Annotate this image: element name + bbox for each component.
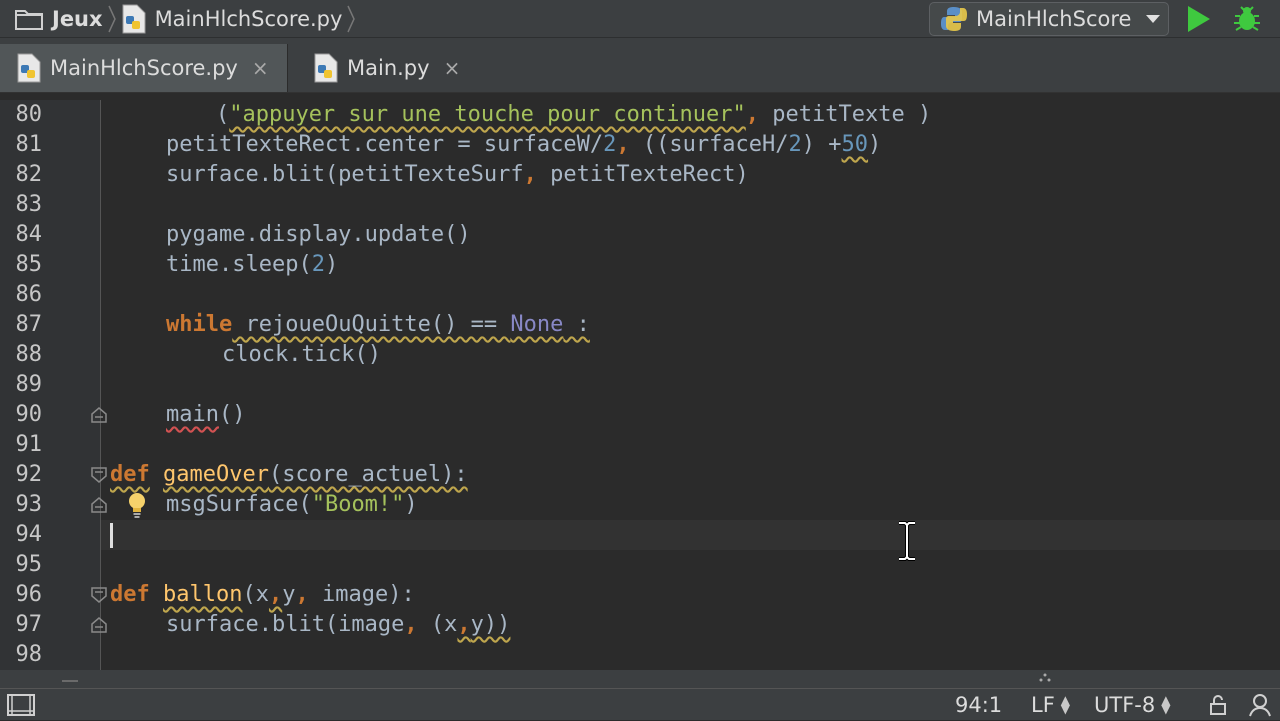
fold-icon[interactable] — [90, 586, 108, 604]
resize-handle-icon[interactable] — [1038, 672, 1052, 686]
code-line-85[interactable]: time.sleep(2) — [166, 250, 338, 280]
debug-button[interactable] — [1232, 4, 1262, 34]
close-icon[interactable]: × — [444, 56, 461, 80]
text-cursor-icon — [899, 521, 915, 561]
encoding-label: UTF-8 — [1094, 693, 1156, 717]
line-number: 98 — [15, 642, 43, 667]
chevron-down-icon — [1138, 14, 1168, 24]
line-number: 90 — [15, 402, 43, 427]
run-configuration-label: MainHlchScore — [976, 7, 1132, 31]
code-line-87[interactable]: while rejoueOuQuitte() == None : — [166, 310, 590, 340]
breadcrumb-file[interactable]: MainHlchScore.py — [121, 0, 343, 38]
tab-main[interactable]: Main.py × — [297, 44, 477, 92]
tool-window-icon — [7, 694, 35, 716]
cursor-position-label: 94:1 — [955, 693, 1003, 717]
hector-button[interactable] — [1247, 689, 1273, 721]
line-number: 83 — [15, 192, 43, 217]
folder-icon — [15, 9, 43, 30]
python-icon — [941, 7, 967, 31]
run-icon — [1188, 6, 1210, 32]
python-file-icon — [314, 53, 338, 83]
line-number: 82 — [15, 162, 43, 187]
code-line-93[interactable]: msgSurface("Boom!") — [166, 490, 418, 520]
breadcrumb-file-label: MainHlchScore.py — [154, 6, 343, 31]
status-bar: 94:1 LF ▲ ▼ UTF-8 ▲ ▼ — [0, 688, 1280, 720]
line-number: 97 — [15, 612, 43, 637]
horizontal-splitter[interactable] — [0, 670, 1280, 688]
code-line-81[interactable]: petitTexteRect.center = surfaceW/2, ((su… — [166, 130, 881, 160]
up-down-arrow-icon: ▲ ▼ — [1060, 693, 1071, 716]
run-configuration-dropdown[interactable]: MainHlchScore — [929, 2, 1169, 36]
code-line-82[interactable]: surface.blit(petitTexteSurf, petitTexteR… — [166, 160, 749, 190]
line-separator-selector[interactable]: LF ▲ ▼ — [1031, 689, 1070, 721]
cursor-position[interactable]: 94:1 — [955, 689, 1002, 721]
tool-window-button[interactable] — [6, 689, 36, 721]
line-number: 96 — [15, 582, 43, 607]
breadcrumb-project[interactable]: Jeux — [14, 0, 103, 38]
line-number: 95 — [15, 552, 43, 577]
current-line-highlight — [101, 520, 1280, 550]
code-line-88[interactable]: clock.tick() — [222, 340, 381, 370]
run-button[interactable] — [1183, 4, 1213, 34]
fold-icon[interactable] — [90, 466, 108, 484]
lock-icon — [1210, 695, 1226, 715]
code-line-97[interactable]: surface.blit(image, (x,y)) — [166, 610, 510, 640]
inspector-icon — [1249, 694, 1271, 717]
splitter-mark — [62, 680, 78, 682]
code-line-84[interactable]: pygame.display.update() — [166, 220, 471, 250]
lightbulb-icon[interactable] — [125, 491, 149, 519]
fold-icon[interactable] — [90, 406, 108, 424]
line-number: 84 — [15, 222, 43, 247]
tab-label: Main.py — [347, 56, 430, 80]
line-number: 86 — [15, 282, 43, 307]
breadcrumb-project-label: Jeux — [52, 6, 103, 31]
gutter-divider — [100, 100, 101, 670]
python-file-icon — [17, 53, 41, 83]
debug-icon — [1234, 6, 1260, 31]
code-editor[interactable]: 80 81 82 83 84 85 86 87 88 89 90 91 92 9… — [0, 100, 1280, 670]
line-number: 80 — [15, 102, 43, 127]
encoding-selector[interactable]: UTF-8 ▲ ▼ — [1094, 689, 1170, 721]
tab-label: MainHlchScore.py — [50, 56, 238, 80]
line-number: 88 — [15, 342, 43, 367]
line-number: 91 — [15, 432, 43, 457]
line-separator-label: LF — [1031, 693, 1055, 717]
fold-icon[interactable] — [90, 616, 108, 634]
breadcrumb-separator-icon — [342, 0, 360, 38]
editor-tab-bar: MainHlchScore.py × Main.py × — [0, 38, 1280, 93]
up-down-arrow-icon: ▲ ▼ — [1161, 693, 1171, 716]
line-number: 85 — [15, 252, 43, 277]
line-number: 93 — [15, 492, 43, 517]
breadcrumb-separator-icon — [103, 0, 121, 38]
text-caret — [110, 523, 113, 548]
line-number: 87 — [15, 312, 43, 337]
tab-mainhlchscore[interactable]: MainHlchScore.py × — [0, 44, 288, 92]
read-only-toggle[interactable] — [1207, 689, 1229, 721]
fold-icon[interactable] — [90, 496, 108, 514]
line-number: 89 — [15, 372, 43, 397]
code-line-96[interactable]: def ballon(x,y, image): — [110, 580, 415, 610]
code-line-92[interactable]: def gameOver(score_actuel): — [110, 460, 468, 490]
line-number: 81 — [15, 132, 43, 157]
code-line-90[interactable]: main() — [166, 400, 245, 430]
python-file-icon — [122, 4, 146, 33]
line-number: 92 — [15, 462, 43, 487]
close-icon[interactable]: × — [252, 56, 269, 80]
navigation-bar: Jeux MainHlchScore.py MainHlchScore — [0, 0, 1280, 38]
code-line-80[interactable]: ("appuyer sur une touche pour continuer"… — [110, 100, 931, 130]
line-number: 94 — [15, 522, 43, 547]
